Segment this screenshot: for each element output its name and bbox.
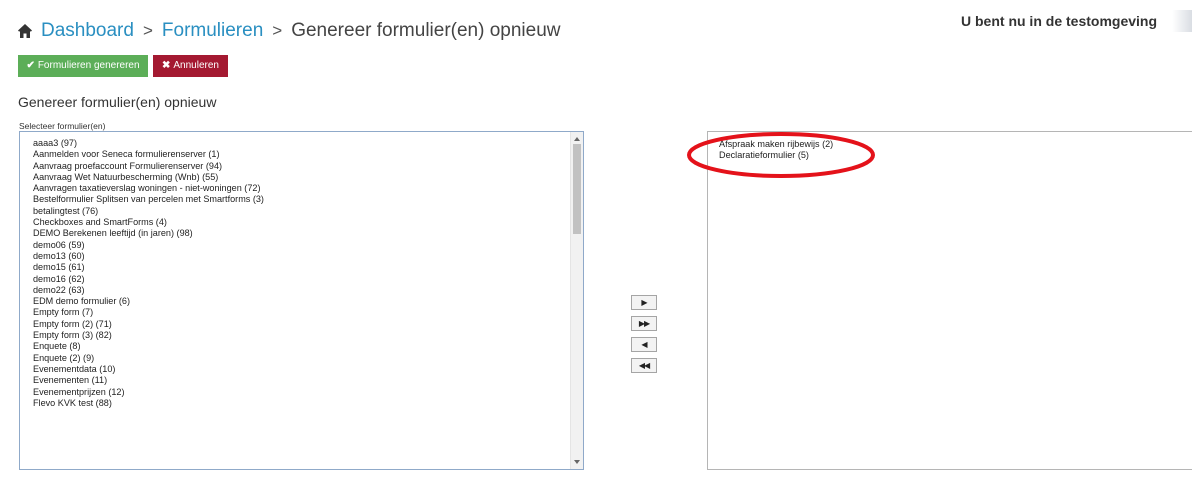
form-list-item[interactable]: demo22 (63) xyxy=(33,285,569,296)
form-list-item[interactable]: DEMO Berekenen leeftijd (in jaren) (98) xyxy=(33,228,569,239)
scroll-down-arrow-icon[interactable] xyxy=(574,460,580,464)
form-list-item[interactable]: Evenementdata (10) xyxy=(33,364,569,375)
form-list-item[interactable]: demo06 (59) xyxy=(33,240,569,251)
move-selected-left-button[interactable]: ◀ xyxy=(631,337,657,352)
form-list-item[interactable]: Flevo KVK test (88) xyxy=(33,398,569,409)
form-list-item[interactable]: Enquete (2) (9) xyxy=(33,353,569,364)
selected-form-item[interactable]: Afspraak maken rijbewijs (2) xyxy=(719,139,833,150)
cancel-label: Annuleren xyxy=(173,60,219,71)
form-list-item[interactable]: Checkboxes and SmartForms (4) xyxy=(33,217,569,228)
form-list-item[interactable]: Aanvragen taxatieverslag woningen - niet… xyxy=(33,183,569,194)
scroll-up-arrow-icon[interactable] xyxy=(574,137,580,141)
home-icon[interactable] xyxy=(17,23,33,39)
form-list-item[interactable]: EDM demo formulier (6) xyxy=(33,296,569,307)
generate-forms-label: Formulieren genereren xyxy=(37,60,140,71)
section-title: Genereer formulier(en) opnieuw xyxy=(18,94,217,110)
scroll-thumb[interactable] xyxy=(573,144,581,234)
breadcrumb-current: Genereer formulier(en) opnieuw xyxy=(291,20,561,41)
available-forms-list[interactable]: aaaa3 (97) Aanmelden voor Seneca formulie… xyxy=(19,131,584,470)
move-all-left-button[interactable]: ◀◀ xyxy=(631,358,657,373)
form-list-item[interactable]: betalingtest (76) xyxy=(33,206,569,217)
close-icon: ✖ xyxy=(162,60,171,71)
form-list-item[interactable]: Empty form (3) (82) xyxy=(33,330,569,341)
form-list-item[interactable]: Aanvraag proefaccount Formulierenserver … xyxy=(33,161,569,172)
cancel-button[interactable]: ✖ Annuleren xyxy=(153,55,228,77)
form-list-item[interactable]: Enquete (8) xyxy=(33,341,569,352)
breadcrumb-separator: > xyxy=(272,21,283,40)
form-list-item[interactable]: Evenementprijzen (12) xyxy=(33,387,569,398)
selected-forms-list[interactable]: Afspraak maken rijbewijs (2) Declaratiefo… xyxy=(707,131,1192,470)
breadcrumb-separator: > xyxy=(142,21,153,40)
checkmark-icon: ✔ xyxy=(26,60,35,71)
form-list-item[interactable]: Aanvraag Wet Natuurbescherming (Wnb) (55… xyxy=(33,172,569,183)
selected-forms-items: Afspraak maken rijbewijs (2) Declaratiefo… xyxy=(719,139,833,162)
form-list-item[interactable]: aaaa3 (97) xyxy=(33,138,569,149)
breadcrumb-formulieren-link[interactable]: Formulieren xyxy=(162,20,263,42)
form-list-item[interactable]: Evenementen (11) xyxy=(33,375,569,386)
selected-form-item[interactable]: Declaratieformulier (5) xyxy=(719,150,833,161)
form-list-item[interactable]: demo13 (60) xyxy=(33,251,569,262)
form-list-item[interactable]: demo15 (61) xyxy=(33,262,569,273)
breadcrumb: Dashboard > Formulieren > Genereer formu… xyxy=(17,20,561,42)
environment-banner: U bent nu in de testomgeving xyxy=(945,10,1192,32)
form-list-item[interactable]: Empty form (2) (71) xyxy=(33,319,569,330)
form-list-item[interactable]: Empty form (7) xyxy=(33,307,569,318)
form-list-item[interactable]: demo16 (62) xyxy=(33,274,569,285)
move-all-right-button[interactable]: ▶▶ xyxy=(631,316,657,331)
move-selected-right-button[interactable]: ▶ xyxy=(631,295,657,310)
form-list-item[interactable]: Aanmelden voor Seneca formulierenserver … xyxy=(33,149,569,160)
available-forms-items: aaaa3 (97) Aanmelden voor Seneca formulie… xyxy=(33,138,569,409)
form-list-item[interactable]: Bestelformulier Splitsen van percelen me… xyxy=(33,194,569,205)
breadcrumb-dashboard-link[interactable]: Dashboard xyxy=(41,20,134,42)
select-forms-label: Selecteer formulier(en) xyxy=(19,121,106,131)
list-scrollbar[interactable] xyxy=(570,132,583,469)
generate-forms-button[interactable]: ✔ Formulieren genereren xyxy=(18,55,148,77)
